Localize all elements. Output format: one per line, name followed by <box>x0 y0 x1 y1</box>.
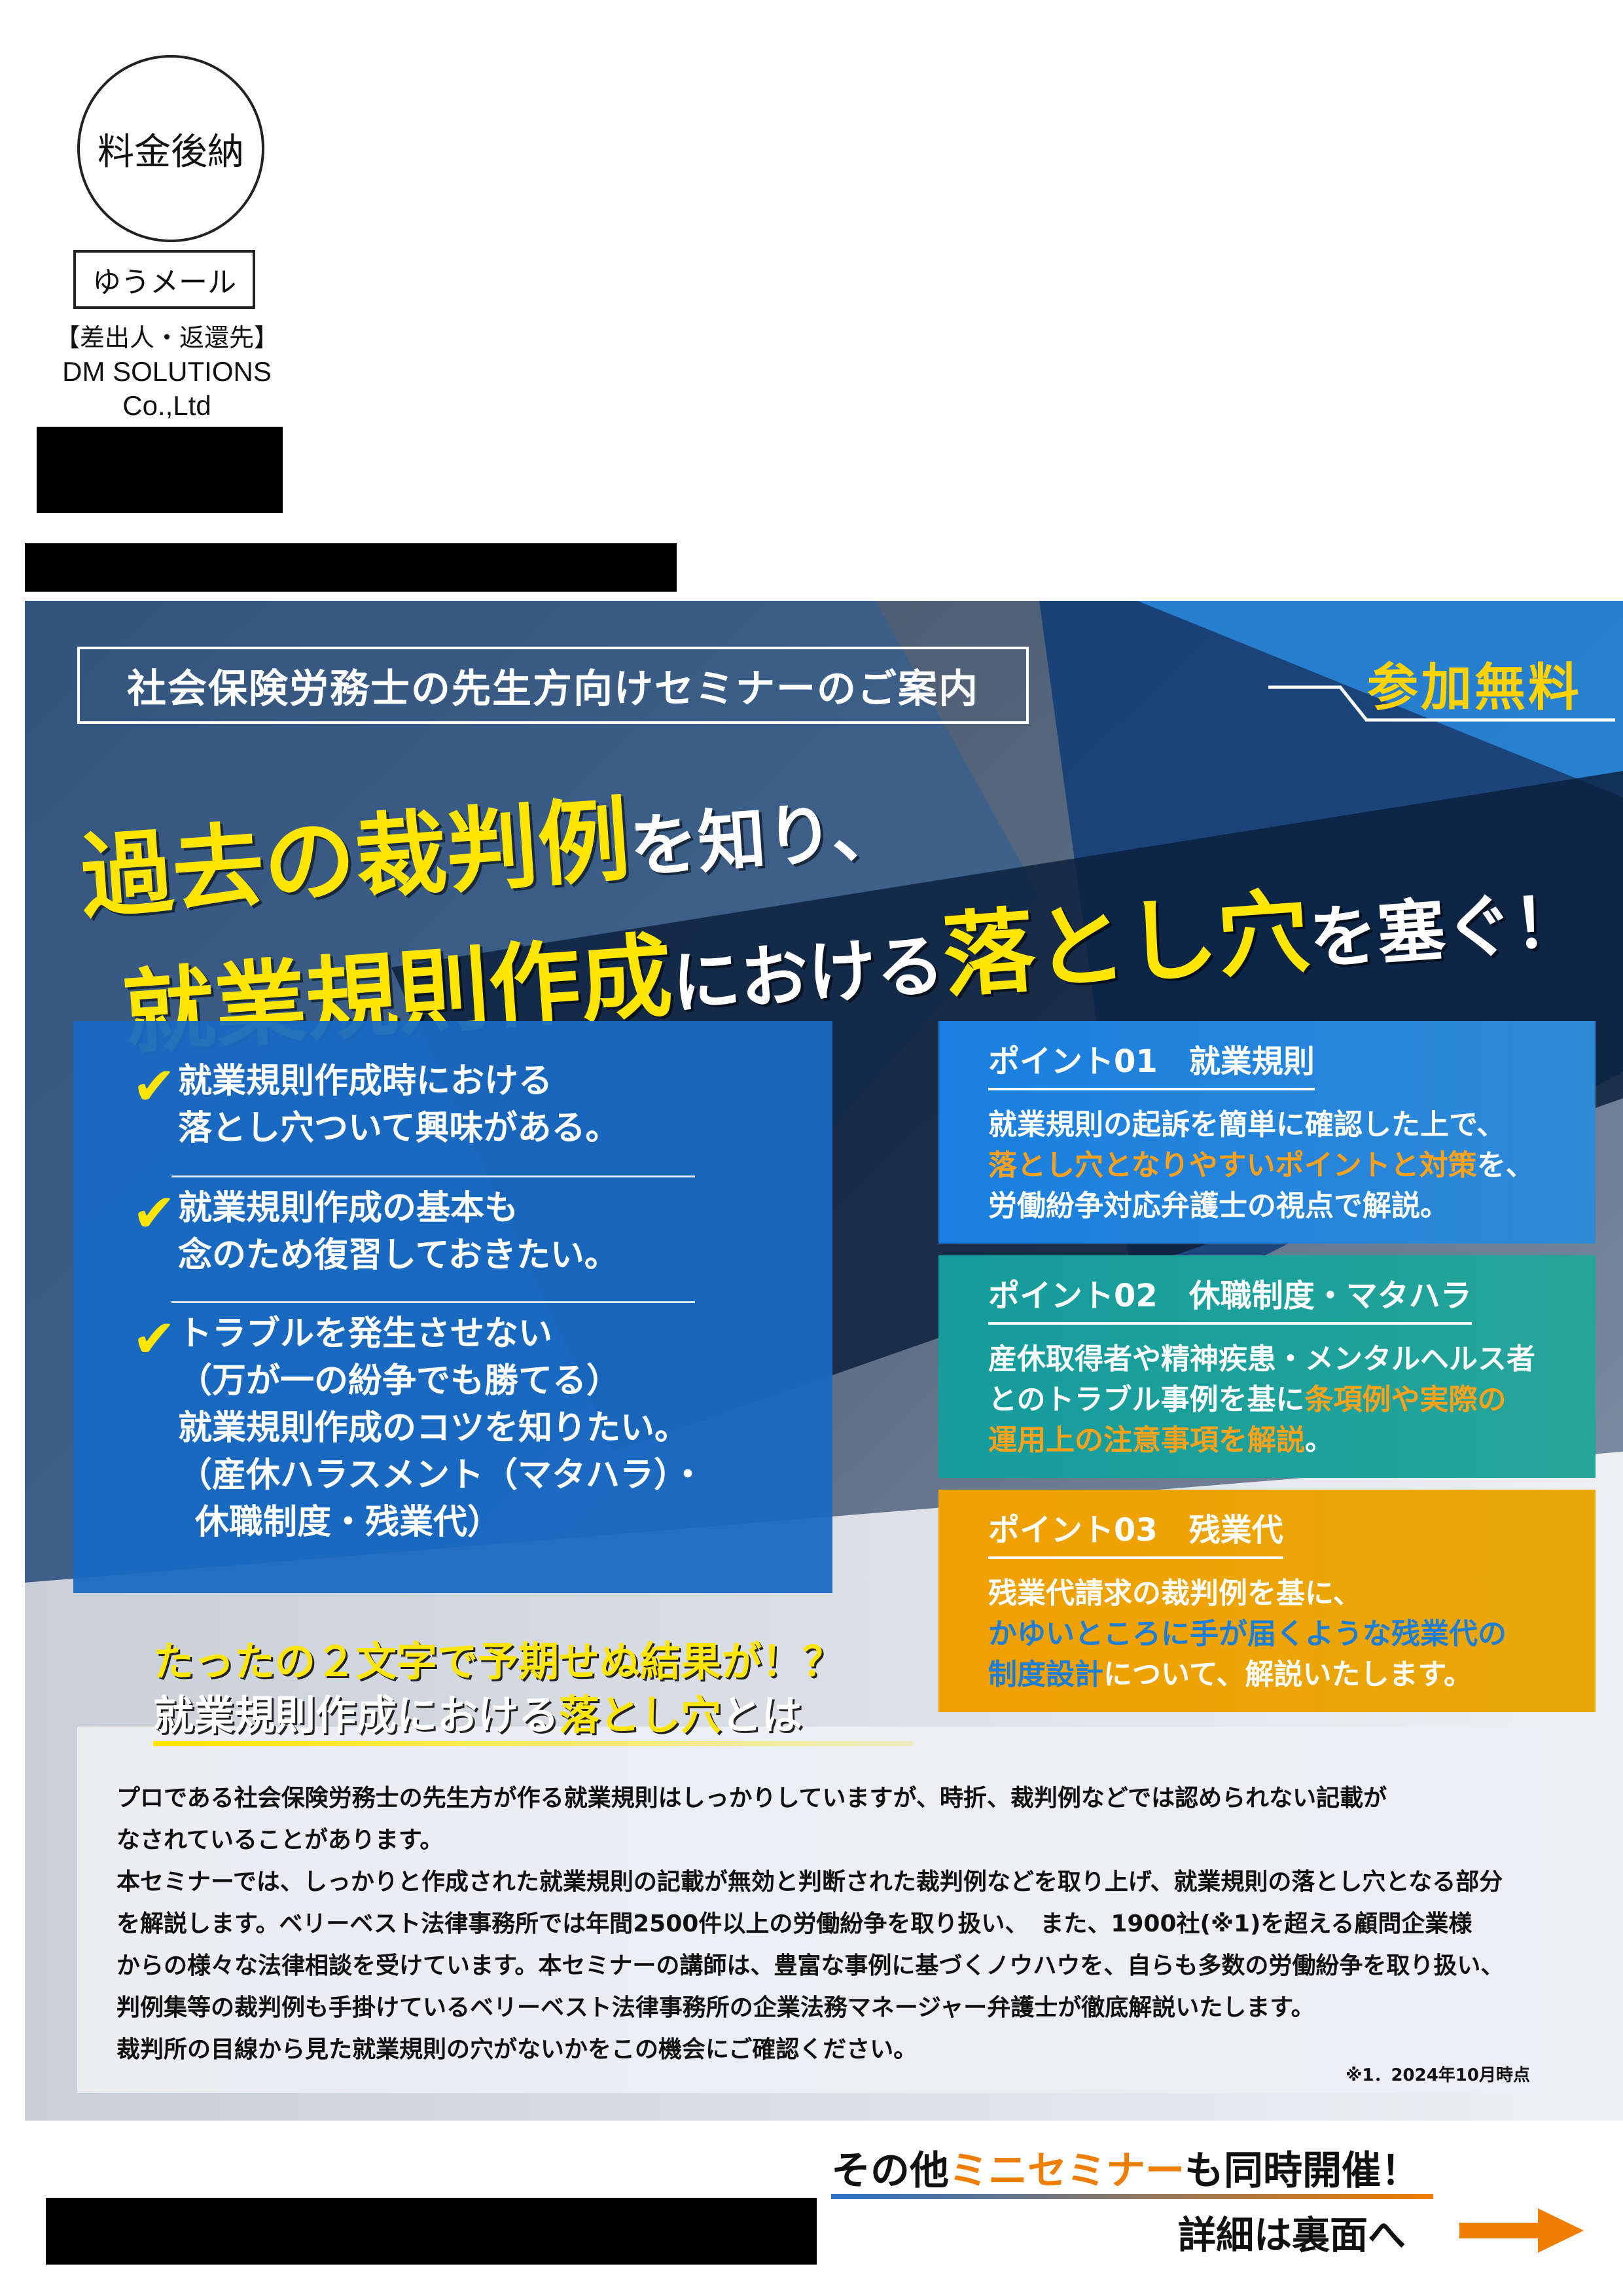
point-03-highlight-1: かゆいところに手が届くような残業代の <box>988 1617 1507 1651</box>
description-line: プロである社会保険労務士の先生方が作る就業規則はしっかりしていますが、時折、裁判… <box>116 1785 1387 1812</box>
other-seminars-b: ミニセミナー <box>949 2148 1185 2194</box>
check-item-2-line1: 就業規則作成の基本も <box>178 1189 519 1228</box>
teaser-underline <box>153 1741 912 1746</box>
postage-stamp-text: 料金後納 <box>98 130 244 173</box>
description-line: なされていることがあります。 <box>116 1827 444 1854</box>
headline-pitfall: 落とし穴 <box>939 878 1313 1011</box>
sender-company-line1: DM SOLUTIONS <box>62 356 272 387</box>
check-item-3-line4: （産休ハラスメント（マタハラ）・ <box>178 1456 705 1495</box>
teaser-b1: 就業規則作成における <box>153 1691 560 1739</box>
point-03-line3-rest: について、解説いたします。 <box>1103 1658 1473 1691</box>
teaser-a1: たったの <box>153 1638 316 1685</box>
point-01-highlight: 落とし穴となりやすいポイントと対策 <box>988 1149 1477 1182</box>
point-02-highlight-2: 運用上の注意事項を解説 <box>988 1424 1305 1457</box>
sender-block: 【差出人・返還先】 DM SOLUTIONS Co.,Ltd <box>26 321 308 423</box>
teaser-a5: が！？ <box>721 1638 844 1685</box>
postage-paid-stamp: 料金後納 <box>77 55 264 242</box>
redacted-address-2 <box>25 543 677 592</box>
check-item-1: 就業規則作成時における 落とし穴ついて興味がある。 <box>178 1058 832 1152</box>
seminar-flyer: 社会保険労務士の先生方向けセミナーのご案内 参加無料 過去の裁判例を知り、 就業… <box>25 601 1623 2121</box>
point-02-highlight-1: 条項例や実際の <box>1304 1383 1507 1416</box>
yu-mail-text: ゆうメール <box>92 266 236 299</box>
point-03-line1: 残業代請求の裁判例を基に、 <box>988 1577 1362 1610</box>
point-01-card: ポイント01 就業規則 就業規則の起訴を簡単に確認した上で、 落とし穴となりやす… <box>938 1021 1596 1244</box>
check-icon: ✔ <box>132 1308 177 1369</box>
sender-company-line2: Co.,Ltd <box>122 390 211 421</box>
point-03-body: 残業代請求の裁判例を基に、 かゆいところに手が届くような残業代の 制度設計につい… <box>988 1573 1596 1695</box>
teaser-heading: たったの２文字で予期せぬ結果が！？ 就業規則作成における落とし穴とは <box>153 1635 938 1742</box>
headline-close: を塞ぐ！ <box>1306 880 1584 979</box>
point-02-line2-pre: とのトラブル事例を基に <box>988 1383 1305 1416</box>
check-icon: ✔ <box>132 1056 177 1117</box>
check-item-3-line2: （万が一の紛争でも勝てる） <box>178 1361 621 1401</box>
point-01-line1: 就業規則の起訴を簡単に確認した上で、 <box>988 1108 1506 1141</box>
free-admission-text: 参加無料 <box>1366 658 1582 717</box>
check-item-2-line2: 念のため復習しておきたい。 <box>178 1236 618 1275</box>
headline-know: を知り、 <box>627 789 902 888</box>
point-02-card: ポイント02 休職制度・マタハラ 産休取得者や精神疾患・メンタルヘルス者 とのト… <box>938 1255 1596 1478</box>
description-line: 本セミナーでは、しっかりと作成された就業規則の記載が無効と判断された裁判例などを… <box>116 1869 1503 1895</box>
point-03-title: ポイント03 残業代 <box>988 1509 1283 1559</box>
other-seminars-a: その他 <box>831 2148 949 2194</box>
description-line: 判例集等の裁判例も手掛けているベリーベスト法律事務所の企業法務マネージャー弁護士… <box>116 1994 1315 2021</box>
redacted-address-3 <box>46 2198 817 2265</box>
description-line: からの様々な法律相談を受けています。本セミナーの講師は、豊富な事例に基づくノウハ… <box>116 1952 1505 1979</box>
check-item-3: トラブルを発生させない （万が一の紛争でも勝てる） 就業規則作成のコツを知りたい… <box>178 1310 832 1546</box>
point-02-title: ポイント02 休職制度・マタハラ <box>988 1275 1472 1325</box>
check-divider <box>171 1175 695 1177</box>
check-item-2: 就業規則作成の基本も 念のため復習しておきたい。 <box>178 1185 832 1279</box>
point-02-line3-rest: 。 <box>1305 1424 1334 1457</box>
teaser-b2: 落とし穴 <box>559 1691 722 1739</box>
point-03-card: ポイント03 残業代 残業代請求の裁判例を基に、 かゆいところに手が届くような残… <box>938 1490 1596 1712</box>
description-line: を解説します。ベリーベスト法律事務所では年間2500件以上の労働紛争を取り扱い、… <box>116 1910 1472 1937</box>
checklist-panel: ✔ 就業規則作成時における 落とし穴ついて興味がある。 ✔ 就業規則作成の基本も… <box>73 1021 832 1593</box>
see-reverse-text: 詳細は裏面へ <box>1178 2213 1406 2257</box>
teaser-a4: 予期せぬ結果 <box>478 1638 722 1685</box>
check-item-3-line3: 就業規則作成のコツを知りたい。 <box>178 1408 689 1448</box>
check-item-3-line5: 休職制度・残業代） <box>195 1503 502 1542</box>
yu-mail-box: ゆうメール <box>73 250 255 309</box>
seminar-invite-banner: 社会保険労務士の先生方向けセミナーのご案内 <box>77 647 1029 724</box>
other-seminars-underline <box>831 2194 1433 2199</box>
check-divider <box>171 1301 695 1303</box>
point-03-highlight-2: 制度設計 <box>988 1658 1103 1691</box>
check-icon: ✔ <box>132 1183 177 1244</box>
teaser-a2: ２文字 <box>315 1638 438 1685</box>
right-arrow-icon <box>1459 2208 1584 2253</box>
check-item-1-line1: 就業規則作成時における <box>178 1062 553 1101</box>
footnote: ※1．2024年10月時点 <box>1346 2066 1530 2085</box>
redacted-address-1 <box>37 427 283 513</box>
seminar-invite-text: 社会保険労務士の先生方向けセミナーのご案内 <box>127 666 979 712</box>
point-01-line3: 労働紛争対応弁護士の視点で解説。 <box>988 1189 1449 1223</box>
other-seminars-heading: その他ミニセミナーも同時開催！ <box>831 2139 1486 2196</box>
teaser-b3: とは <box>721 1691 803 1739</box>
point-02-line1: 産休取得者や精神疾患・メンタルヘルス者 <box>988 1342 1535 1376</box>
headline-in: における <box>669 925 947 1024</box>
other-seminars-c: も同時開催！ <box>1185 2148 1420 2194</box>
point-01-line2-rest: を、 <box>1476 1149 1535 1182</box>
point-02-body: 産休取得者や精神疾患・メンタルヘルス者 とのトラブル事例を基に条項例や実際の 運… <box>988 1339 1596 1461</box>
point-01-body: 就業規則の起訴を簡単に確認した上で、 落とし穴となりやすいポイントと対策を、 労… <box>988 1105 1596 1227</box>
seminar-description: プロである社会保険労務士の先生方が作る就業規則はしっかりしていますが、時折、裁判… <box>116 1778 1556 2071</box>
teaser-a3: で <box>437 1638 478 1685</box>
check-item-1-line2: 落とし穴ついて興味がある。 <box>178 1109 620 1148</box>
sender-label: 【差出人・返還先】 <box>54 323 279 352</box>
point-01-title: ポイント01 就業規則 <box>988 1041 1315 1090</box>
check-item-3-line1: トラブルを発生させない <box>178 1314 553 1354</box>
